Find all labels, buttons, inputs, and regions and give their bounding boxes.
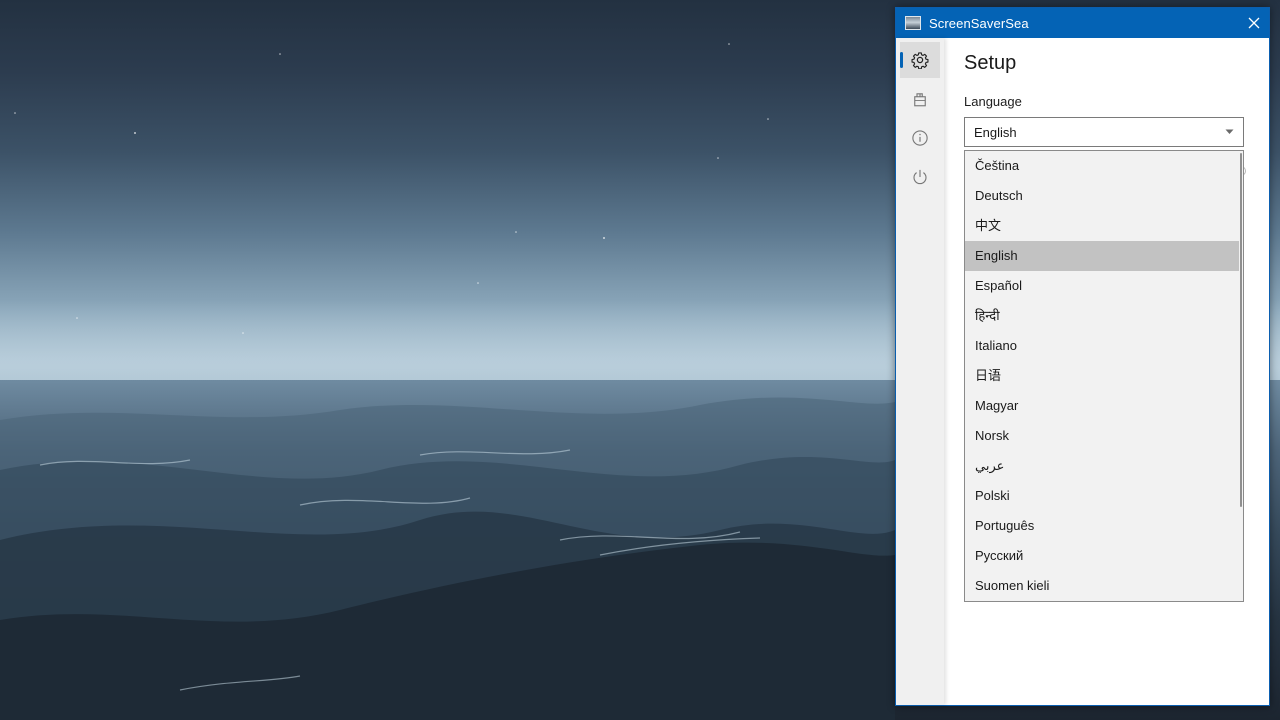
- language-option[interactable]: हिन्दी: [965, 301, 1239, 331]
- app-window: ScreenSaverSea Setup Language English Če…: [895, 7, 1270, 706]
- sidebar-item-appearance[interactable]: [900, 81, 940, 117]
- power-icon: [913, 169, 927, 185]
- language-option[interactable]: Čeština: [965, 151, 1239, 181]
- language-option[interactable]: Suomen kieli: [965, 571, 1239, 601]
- app-icon: [905, 16, 921, 30]
- language-option[interactable]: Português: [965, 511, 1239, 541]
- language-option[interactable]: English: [965, 241, 1239, 271]
- language-option[interactable]: 日语: [965, 361, 1239, 391]
- paint-bucket-icon: [914, 93, 926, 107]
- language-option[interactable]: Polski: [965, 481, 1239, 511]
- language-option[interactable]: عربي: [965, 451, 1239, 481]
- gear-icon: [911, 52, 929, 69]
- info-icon: [912, 130, 928, 146]
- language-option[interactable]: Norsk: [965, 421, 1239, 451]
- title-bar[interactable]: ScreenSaverSea: [896, 8, 1269, 38]
- language-option[interactable]: Magyar: [965, 391, 1239, 421]
- close-icon: [1248, 17, 1260, 29]
- close-button[interactable]: [1239, 8, 1269, 38]
- page-title: Setup: [964, 52, 1017, 74]
- dropdown-scrollbar[interactable]: [1240, 153, 1242, 507]
- sidebar: [896, 38, 944, 705]
- language-option[interactable]: 中文: [965, 211, 1239, 241]
- setup-page: Setup Language English Čeština Deutsch 中文 E…: [944, 38, 1269, 705]
- language-option[interactable]: Español: [965, 271, 1239, 301]
- language-option[interactable]: Italiano: [965, 331, 1239, 361]
- language-label: Language: [964, 94, 1022, 109]
- sidebar-item-exit[interactable]: [900, 159, 940, 195]
- window-title: ScreenSaverSea: [929, 15, 1029, 31]
- language-options: Čeština Deutsch 中文 English Español हिन्दी Ital…: [965, 151, 1243, 601]
- language-select-value: English: [974, 124, 1017, 140]
- language-option[interactable]: Deutsch: [965, 181, 1239, 211]
- language-option[interactable]: Русский: [965, 541, 1239, 571]
- language-dropdown-list[interactable]: Čeština Deutsch 中文 English Español हिन्दी Ital…: [964, 150, 1244, 602]
- language-select[interactable]: English: [964, 117, 1244, 147]
- chevron-down-icon: [1225, 129, 1234, 134]
- sidebar-item-about[interactable]: [900, 120, 940, 156]
- sidebar-item-setup[interactable]: [900, 42, 940, 78]
